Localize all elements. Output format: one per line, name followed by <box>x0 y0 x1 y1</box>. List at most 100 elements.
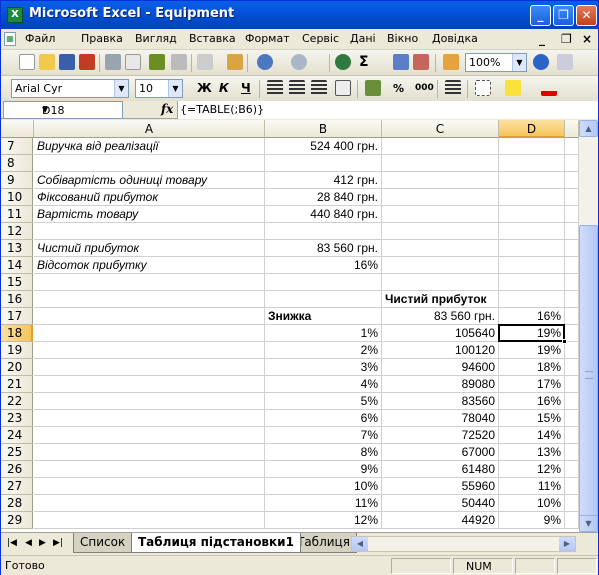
cell-c20[interactable]: 94600 <box>382 359 499 376</box>
cell-e15[interactable] <box>565 274 579 291</box>
row-header[interactable]: 13 <box>1 240 33 257</box>
cell-d22[interactable]: 16% <box>499 393 565 410</box>
cell-d21[interactable]: 17% <box>499 376 565 393</box>
zoom-combo[interactable]: 100% ▼ <box>465 53 527 72</box>
worksheet-grid[interactable]: ABCD 7 Виручка від реалізації 524 400 грн.… <box>1 120 579 532</box>
cell-b22[interactable]: 5% <box>265 393 382 410</box>
open-icon[interactable] <box>39 54 55 70</box>
align-left-icon[interactable] <box>267 80 283 96</box>
cell-a17[interactable] <box>34 308 265 325</box>
copy-icon[interactable] <box>197 54 213 70</box>
cell-a24[interactable] <box>34 427 265 444</box>
menu-help[interactable]: Довідка <box>432 32 478 45</box>
cell-b24[interactable]: 7% <box>265 427 382 444</box>
cell-d23[interactable]: 15% <box>499 410 565 427</box>
row-header[interactable]: 27 <box>1 478 33 495</box>
row-header[interactable]: 18 <box>1 325 33 342</box>
cell-c25[interactable]: 67000 <box>382 444 499 461</box>
excel-app-icon[interactable]: X <box>7 7 23 23</box>
row-header[interactable]: 29 <box>1 512 33 529</box>
cell-a22[interactable] <box>34 393 265 410</box>
cell-c13[interactable] <box>382 240 499 257</box>
cell-b18[interactable]: 1% <box>265 325 382 342</box>
cell-b11[interactable]: 440 840 грн. <box>265 206 382 223</box>
workbook-icon[interactable]: ▦ <box>4 32 16 46</box>
cell-b21[interactable]: 4% <box>265 376 382 393</box>
menu-tools[interactable]: Сервіс <box>302 32 339 45</box>
cell-b27[interactable]: 10% <box>265 478 382 495</box>
menu-edit[interactable]: Правка <box>81 32 123 45</box>
cell-c14[interactable] <box>382 257 499 274</box>
cell-a14[interactable]: Відсоток прибутку <box>34 257 265 274</box>
cell-a26[interactable] <box>34 461 265 478</box>
font-name-combo[interactable]: Arial Cyr ▼ <box>11 79 129 98</box>
cell-c26[interactable]: 61480 <box>382 461 499 478</box>
merge-center-icon[interactable] <box>335 80 351 96</box>
cell-b8[interactable] <box>265 155 382 172</box>
permission-icon[interactable] <box>79 54 95 70</box>
maximize-button[interactable]: ❐ <box>553 5 574 26</box>
cell-e28[interactable] <box>565 495 579 512</box>
sort-descending-icon[interactable] <box>413 54 429 70</box>
cell-b16[interactable] <box>265 291 382 308</box>
hyperlink-icon[interactable] <box>335 54 351 70</box>
cell-d27[interactable]: 11% <box>499 478 565 495</box>
cell-e24[interactable] <box>565 427 579 444</box>
borders-icon[interactable] <box>475 80 491 96</box>
cell-e12[interactable] <box>565 223 579 240</box>
cell-e29[interactable] <box>565 512 579 529</box>
column-header-c[interactable]: C <box>382 120 499 138</box>
prev-sheet-icon[interactable]: ◀ <box>25 538 32 548</box>
currency-icon[interactable] <box>365 80 381 96</box>
cell-b7[interactable]: 524 400 грн. <box>265 138 382 155</box>
cell-e21[interactable] <box>565 376 579 393</box>
row-header[interactable]: 12 <box>1 223 33 240</box>
cell-d29[interactable]: 9% <box>499 512 565 529</box>
cell-a13[interactable]: Чистий прибуток <box>34 240 265 257</box>
cell-a7[interactable]: Виручка від реалізації <box>34 138 265 155</box>
cell-a18[interactable] <box>34 325 265 342</box>
cell-e14[interactable] <box>565 257 579 274</box>
cell-e10[interactable] <box>565 189 579 206</box>
chevron-down-icon[interactable]: ▼ <box>168 80 182 97</box>
cell-e16[interactable] <box>565 291 579 308</box>
sheet-tab-lookup-table-1[interactable]: Таблиця підстановки1 <box>131 533 301 553</box>
cell-c24[interactable]: 72520 <box>382 427 499 444</box>
row-header[interactable]: 16 <box>1 291 33 308</box>
next-sheet-icon[interactable]: ▶ <box>39 538 46 548</box>
row-header[interactable]: 10 <box>1 189 33 206</box>
cell-e17[interactable] <box>565 308 579 325</box>
cell-d17[interactable]: 16% <box>499 308 565 325</box>
scroll-up-icon[interactable]: ▲ <box>579 120 598 137</box>
cell-a8[interactable] <box>34 155 265 172</box>
last-sheet-icon[interactable]: ▶| <box>53 538 63 548</box>
menu-insert[interactable]: Вставка <box>189 32 236 45</box>
formula-input[interactable]: {=TABLE(;B6)} <box>177 101 598 119</box>
cell-b28[interactable]: 11% <box>265 495 382 512</box>
font-color-icon[interactable] <box>541 80 557 96</box>
cell-a12[interactable] <box>34 223 265 240</box>
cell-b26[interactable]: 9% <box>265 461 382 478</box>
sort-ascending-icon[interactable] <box>393 54 409 70</box>
minimize-button[interactable]: _ <box>530 5 551 26</box>
fill-color-icon[interactable] <box>505 80 521 96</box>
mdi-close-button[interactable]: × <box>582 32 592 46</box>
cell-a25[interactable] <box>34 444 265 461</box>
font-size-combo[interactable]: 10 ▼ <box>135 79 183 98</box>
cell-d19[interactable]: 19% <box>499 342 565 359</box>
menu-window[interactable]: Вікно <box>387 32 418 45</box>
cell-b25[interactable]: 8% <box>265 444 382 461</box>
help-icon[interactable] <box>533 54 549 70</box>
align-center-icon[interactable] <box>289 80 305 96</box>
row-header[interactable]: 15 <box>1 274 33 291</box>
undo-icon[interactable] <box>257 54 273 70</box>
cell-c15[interactable] <box>382 274 499 291</box>
menu-file[interactable]: Файл <box>25 32 55 45</box>
cell-e27[interactable] <box>565 478 579 495</box>
cell-a23[interactable] <box>34 410 265 427</box>
cell-b15[interactable] <box>265 274 382 291</box>
row-header[interactable]: 24 <box>1 427 33 444</box>
cell-e8[interactable] <box>565 155 579 172</box>
select-all-corner[interactable] <box>1 120 34 138</box>
cell-b12[interactable] <box>265 223 382 240</box>
